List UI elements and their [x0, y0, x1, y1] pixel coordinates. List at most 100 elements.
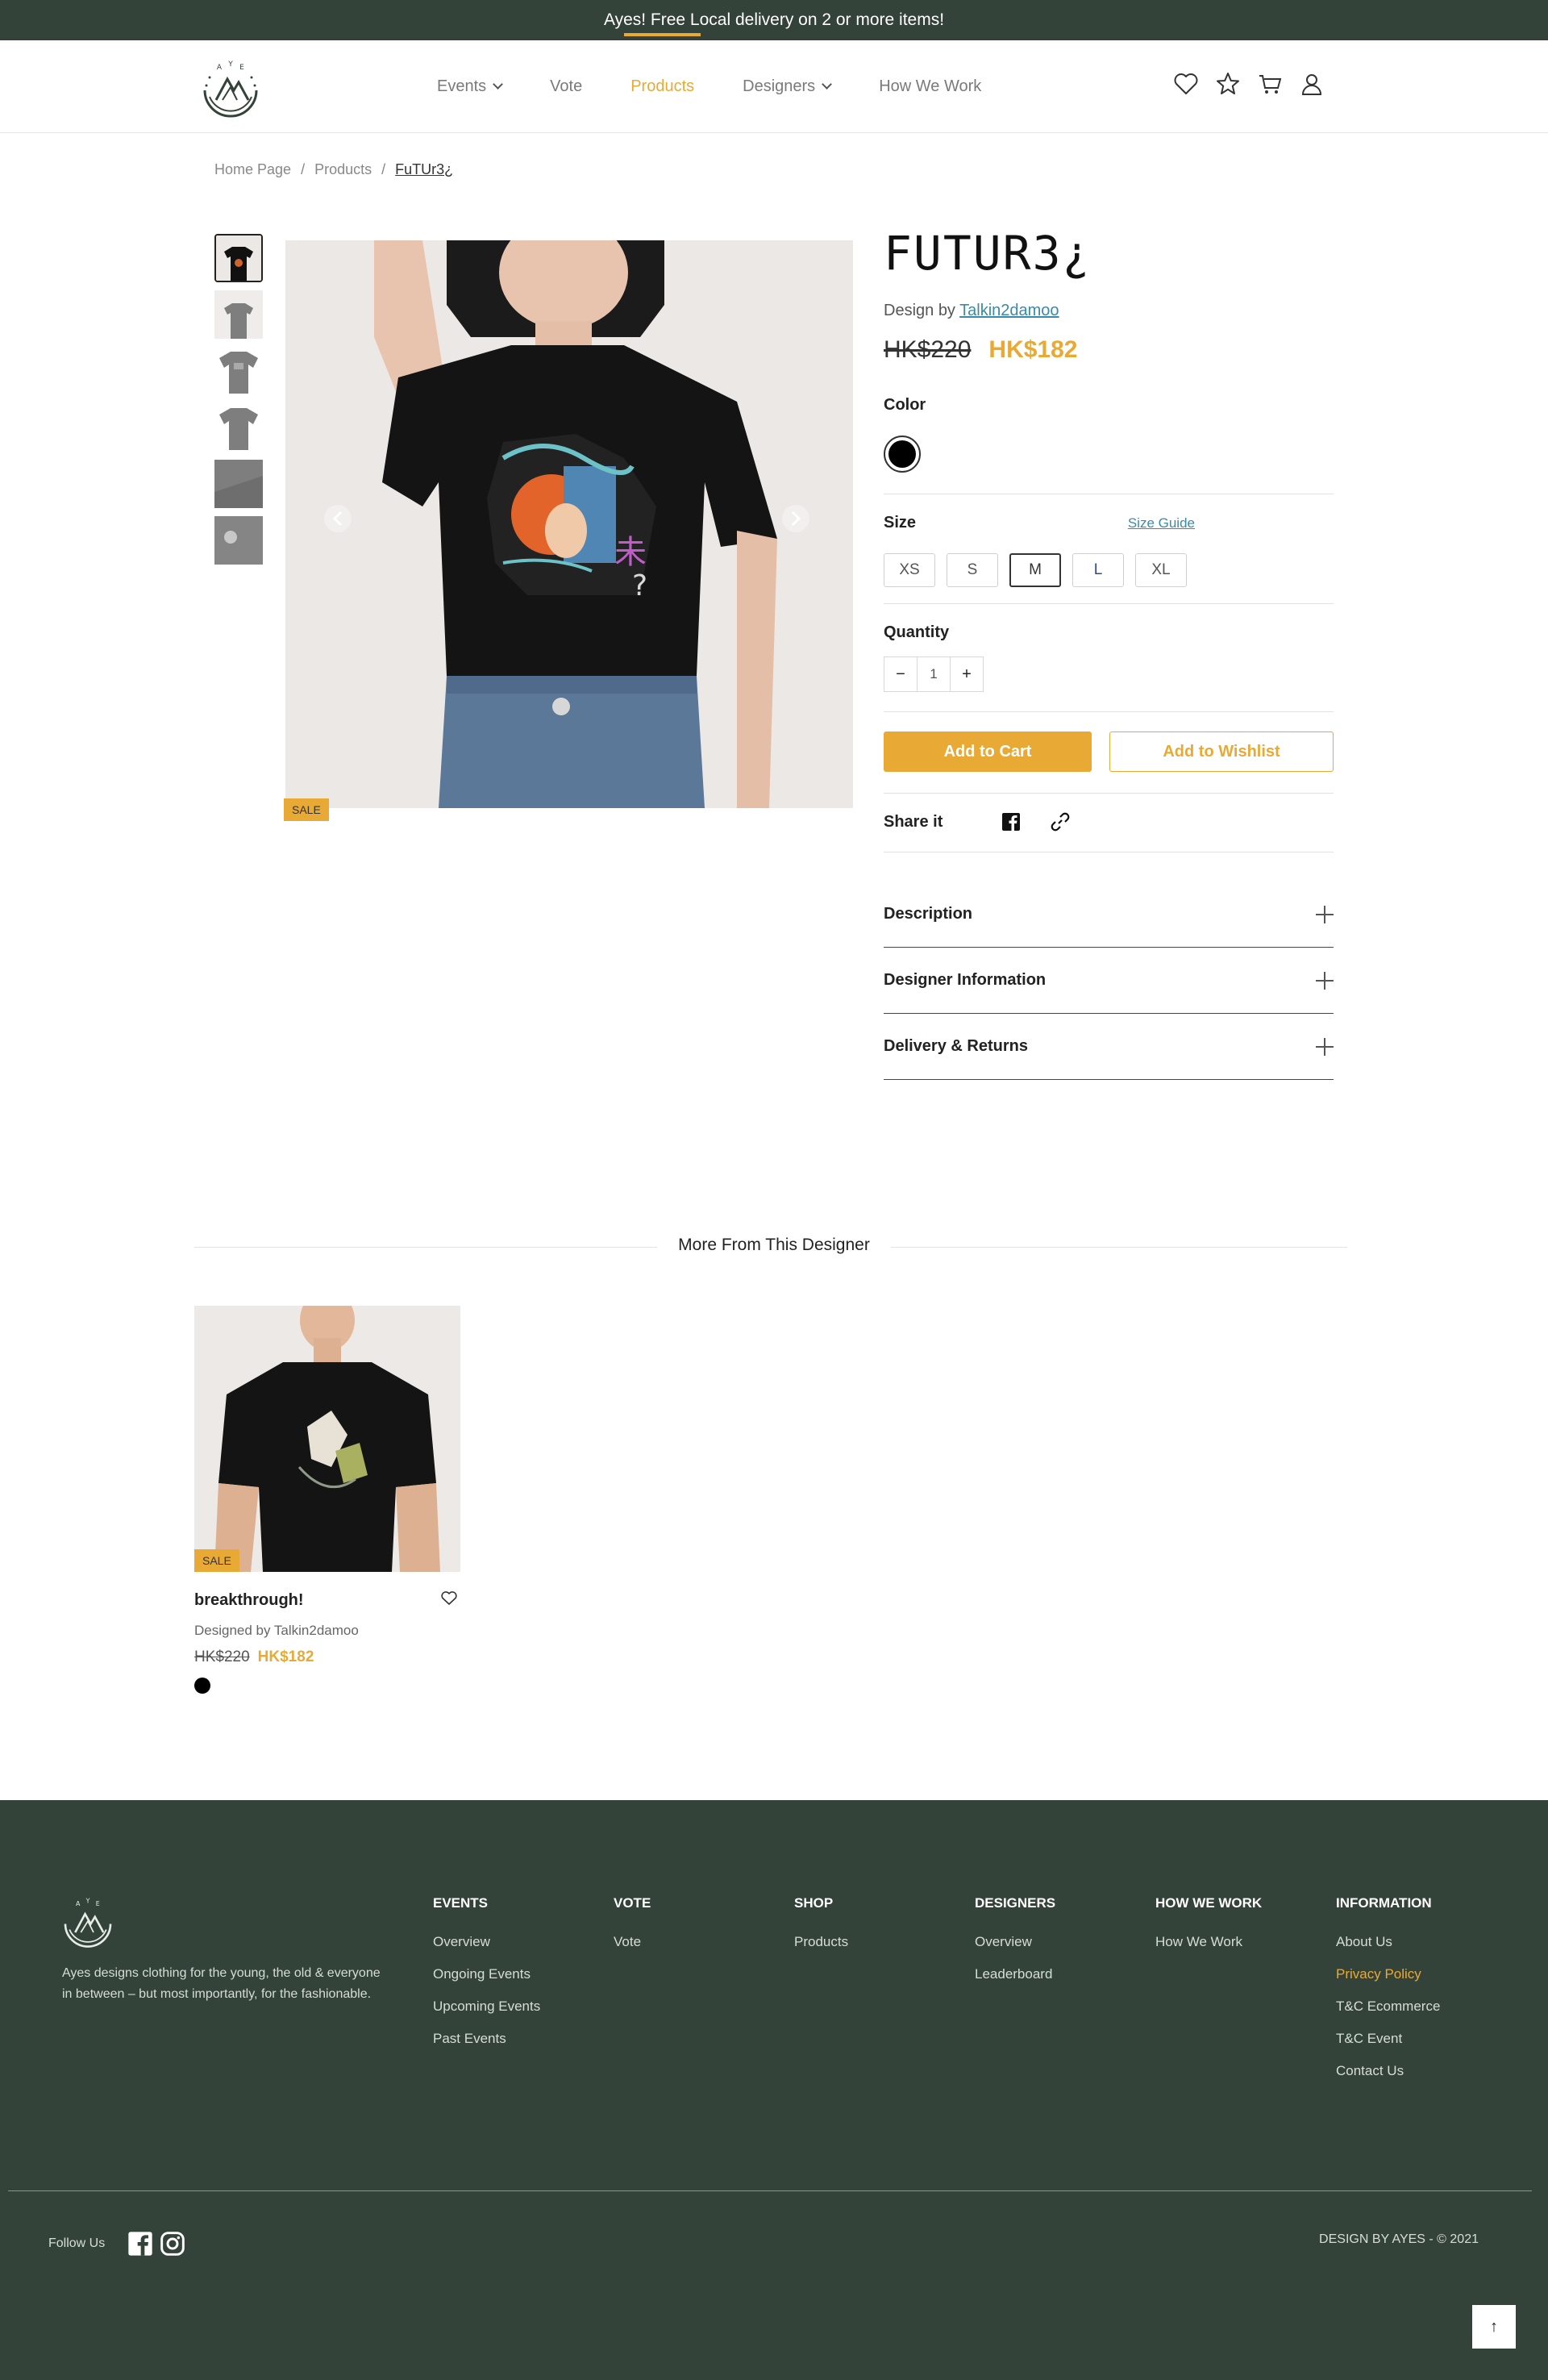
footer-link[interactable]: T&C Ecommerce: [1336, 1999, 1440, 2015]
footer-column-events: EVENTS Overview Ongoing Events Upcoming …: [433, 1895, 540, 2063]
size-options: XS S M L XL: [884, 553, 1334, 587]
thumbnail-6[interactable]: [214, 516, 263, 565]
thumbnail-1[interactable]: [214, 234, 263, 282]
thumbnail-3[interactable]: [214, 347, 263, 395]
size-guide-link[interactable]: Size Guide: [1128, 515, 1195, 531]
svg-text:Y: Y: [227, 60, 233, 69]
footer-link[interactable]: Products: [794, 1934, 848, 1950]
quantity-field[interactable]: 1: [917, 657, 951, 691]
nav-how-we-work[interactable]: How We Work: [879, 77, 981, 96]
cart-icon[interactable]: [1258, 71, 1282, 97]
footer-link[interactable]: Overview: [433, 1934, 540, 1950]
add-to-wishlist-button[interactable]: Add to Wishlist: [1109, 732, 1334, 772]
instagram-icon[interactable]: [160, 2231, 185, 2257]
svg-text:未: 未: [614, 534, 647, 571]
footer-link[interactable]: Upcoming Events: [433, 1999, 540, 2015]
sale-badge: SALE: [284, 798, 329, 821]
footer-logo[interactable]: Y A E: [60, 1893, 116, 1949]
color-label: Color: [884, 396, 926, 414]
facebook-icon[interactable]: [127, 2231, 153, 2257]
wishlist-heart-icon[interactable]: [441, 1591, 457, 1610]
accordion-description[interactable]: Description: [884, 882, 1334, 948]
footer-link-privacy-policy[interactable]: Privacy Policy: [1336, 1966, 1440, 1982]
decrease-quantity-button[interactable]: −: [884, 657, 917, 691]
divider: [884, 711, 1334, 712]
size-label: Size: [884, 514, 917, 531]
accordion-list: Description Designer Information Deliver…: [884, 882, 1334, 1080]
nav-products-label: Products: [630, 77, 695, 95]
price-row: HK$220 HK$182: [884, 336, 1334, 364]
sale-price: HK$182: [988, 336, 1078, 363]
thumbnail-2[interactable]: [214, 290, 263, 339]
star-icon[interactable]: [1216, 71, 1240, 97]
accordion-delivery-returns[interactable]: Delivery & Returns: [884, 1014, 1334, 1080]
accordion-designer-information[interactable]: Designer Information: [884, 948, 1334, 1014]
footer-link[interactable]: About Us: [1336, 1934, 1440, 1950]
breadcrumb-home[interactable]: Home Page: [214, 161, 291, 178]
breadcrumb: Home Page / Products / FuTUr3¿: [214, 161, 453, 178]
nav-vote-label: Vote: [550, 77, 583, 95]
product-card-color-dot[interactable]: [194, 1678, 210, 1694]
footer-link[interactable]: Overview: [975, 1934, 1055, 1950]
designer-link[interactable]: Talkin2damoo: [959, 302, 1059, 319]
color-swatch-fill: [888, 440, 916, 468]
next-image-button[interactable]: [782, 505, 809, 532]
main-nav: Events Vote Products Designers How We Wo…: [437, 33, 981, 133]
color-swatch-black[interactable]: [884, 436, 921, 473]
size-m[interactable]: M: [1009, 553, 1061, 587]
prev-image-button[interactable]: [324, 505, 352, 532]
increase-quantity-button[interactable]: +: [951, 657, 983, 691]
facebook-share-icon[interactable]: [1001, 812, 1021, 832]
footer-link[interactable]: Leaderboard: [975, 1966, 1055, 1982]
nav-vote[interactable]: Vote: [550, 77, 582, 96]
nav-events-label: Events: [437, 77, 487, 95]
product-card-designer: Designed by Talkin2damoo: [194, 1623, 359, 1638]
product-card[interactable]: SALE breakthrough! Designed by Talkin2da…: [194, 1306, 460, 1694]
size-xs[interactable]: XS: [884, 553, 935, 587]
nav-designers[interactable]: Designers: [743, 77, 833, 96]
size-s[interactable]: S: [947, 553, 998, 587]
nav-events[interactable]: Events: [437, 77, 504, 96]
copy-link-icon[interactable]: [1050, 811, 1071, 832]
footer-divider: [8, 2190, 1532, 2191]
heart-icon[interactable]: [1174, 71, 1198, 97]
promo-bar: Ayes! Free Local delivery on 2 or more i…: [0, 0, 1548, 40]
thumbnail-4[interactable]: [214, 403, 263, 452]
more-from-designer-title: More From This Designer: [657, 1236, 891, 1254]
size-xl[interactable]: XL: [1135, 553, 1187, 587]
thumbnail-5[interactable]: [214, 460, 263, 508]
footer-description: Ayes designs clothing for the young, the…: [62, 1966, 381, 2001]
breadcrumb-current[interactable]: FuTUr3¿: [395, 161, 453, 178]
footer-column-vote: VOTE Vote: [614, 1895, 651, 1966]
header-icons: [1174, 71, 1324, 97]
nav-designers-label: Designers: [743, 77, 816, 95]
footer-link[interactable]: Contact Us: [1336, 2063, 1440, 2079]
add-to-cart-button[interactable]: Add to Cart: [884, 732, 1092, 772]
footer-link[interactable]: Past Events: [433, 2031, 540, 2047]
nav-products[interactable]: Products: [624, 33, 701, 96]
footer-heading: INFORMATION: [1336, 1895, 1432, 1911]
plus-icon: [1316, 971, 1334, 990]
quantity-stepper: − 1 +: [884, 656, 984, 692]
product-card-image[interactable]: SALE: [194, 1306, 460, 1572]
footer-link[interactable]: Vote: [614, 1934, 651, 1950]
product-card-name[interactable]: breakthrough!: [194, 1591, 304, 1610]
thumbnail-list: [214, 234, 263, 573]
promo-text: Ayes! Free Local delivery on 2 or more i…: [603, 10, 945, 29]
quantity-label: Quantity: [884, 623, 950, 641]
footer-link[interactable]: Ongoing Events: [433, 1966, 540, 1982]
follow-us: Follow Us: [48, 2231, 185, 2257]
footer-link[interactable]: T&C Event: [1336, 2031, 1440, 2047]
user-icon[interactable]: [1300, 71, 1324, 97]
share-label: Share it: [884, 812, 943, 831]
product-card-old-price: HK$220: [194, 1648, 250, 1665]
accordion-title: Description: [884, 905, 973, 923]
size-l[interactable]: L: [1072, 553, 1124, 587]
ayes-logo[interactable]: Y A E: [198, 55, 263, 119]
footer-link[interactable]: How We Work: [1155, 1934, 1262, 1950]
breadcrumb-products[interactable]: Products: [314, 161, 372, 178]
product-card-prices: HK$220 HK$182: [194, 1648, 460, 1666]
accordion-title: Delivery & Returns: [884, 1037, 1028, 1055]
back-to-top-button[interactable]: ↑: [1472, 2305, 1516, 2349]
plus-icon: [1316, 1037, 1334, 1056]
